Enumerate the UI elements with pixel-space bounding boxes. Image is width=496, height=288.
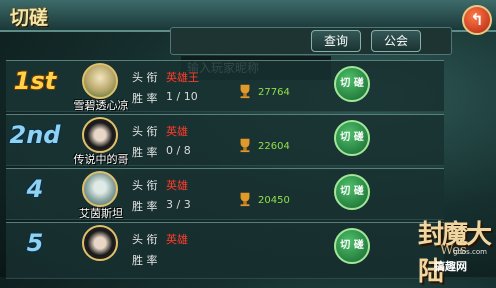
title-label: 头 衔 bbox=[132, 179, 158, 192]
rate-label: 胜 率 bbox=[132, 200, 158, 213]
points-value: 22604 bbox=[258, 141, 290, 152]
avatar bbox=[82, 117, 118, 153]
challenge-button[interactable]: 切 磋 bbox=[334, 120, 370, 156]
avatar bbox=[82, 171, 118, 207]
page-title: 切磋 bbox=[10, 7, 49, 29]
challenge-button[interactable]: 切 磋 bbox=[334, 66, 370, 102]
player-name: 雪碧透心凉 bbox=[73, 99, 129, 112]
win-rate: 1 / 10 bbox=[166, 90, 198, 103]
back-button[interactable]: ↰ bbox=[462, 5, 492, 35]
player-name: 传说中的哥 bbox=[73, 153, 129, 166]
ranking-row: 4 艾茵斯坦 头 衔 英雄 胜 率 3 / 3 20450 切 磋 bbox=[6, 168, 444, 220]
ranking-row: 5 头 衔 英雄 胜 率 切 磋 bbox=[6, 222, 444, 279]
guild-button[interactable]: 公会 bbox=[371, 30, 421, 52]
trophy-icon bbox=[240, 84, 250, 99]
watermark: 搞趣网 bbox=[434, 260, 467, 273]
points-value: 20450 bbox=[258, 195, 290, 206]
rate-label: 胜 率 bbox=[132, 92, 158, 105]
player-title: 英雄 bbox=[166, 179, 188, 192]
challenge-button[interactable]: 切 磋 bbox=[334, 174, 370, 210]
watermark-site: gdos.com bbox=[453, 248, 487, 256]
title-label: 头 衔 bbox=[132, 125, 158, 138]
player-title: 英雄 bbox=[166, 125, 188, 138]
rank-label: 4 bbox=[26, 175, 44, 203]
player-title: 英雄王 bbox=[166, 71, 199, 84]
title-label: 头 衔 bbox=[132, 233, 158, 246]
search-bar: 查询 公会 bbox=[170, 27, 452, 80]
rank-label: 2nd bbox=[9, 121, 61, 149]
avatar bbox=[82, 225, 118, 261]
rate-label: 胜 率 bbox=[132, 146, 158, 159]
trophy-icon bbox=[240, 138, 250, 153]
title-label: 头 衔 bbox=[132, 71, 158, 84]
avatar bbox=[82, 63, 118, 99]
rank-label: 5 bbox=[26, 229, 44, 257]
player-title: 英雄 bbox=[166, 233, 188, 246]
player-name: 艾茵斯坦 bbox=[79, 207, 123, 220]
win-rate: 0 / 8 bbox=[166, 144, 191, 157]
win-rate: 3 / 3 bbox=[166, 198, 191, 211]
ranking-row: 1st 雪碧透心凉 头 衔 英雄王 胜 率 1 / 10 27764 切 磋 bbox=[6, 60, 444, 112]
query-button[interactable]: 查询 bbox=[311, 30, 361, 52]
rank-label: 1st bbox=[13, 67, 57, 95]
ranking-row: 2nd 传说中的哥 头 衔 英雄 胜 率 0 / 8 22604 切 磋 bbox=[6, 114, 444, 166]
challenge-button[interactable]: 切 磋 bbox=[334, 228, 370, 264]
trophy-icon bbox=[240, 192, 250, 207]
rate-label: 胜 率 bbox=[132, 254, 158, 267]
points-value: 27764 bbox=[258, 87, 290, 98]
